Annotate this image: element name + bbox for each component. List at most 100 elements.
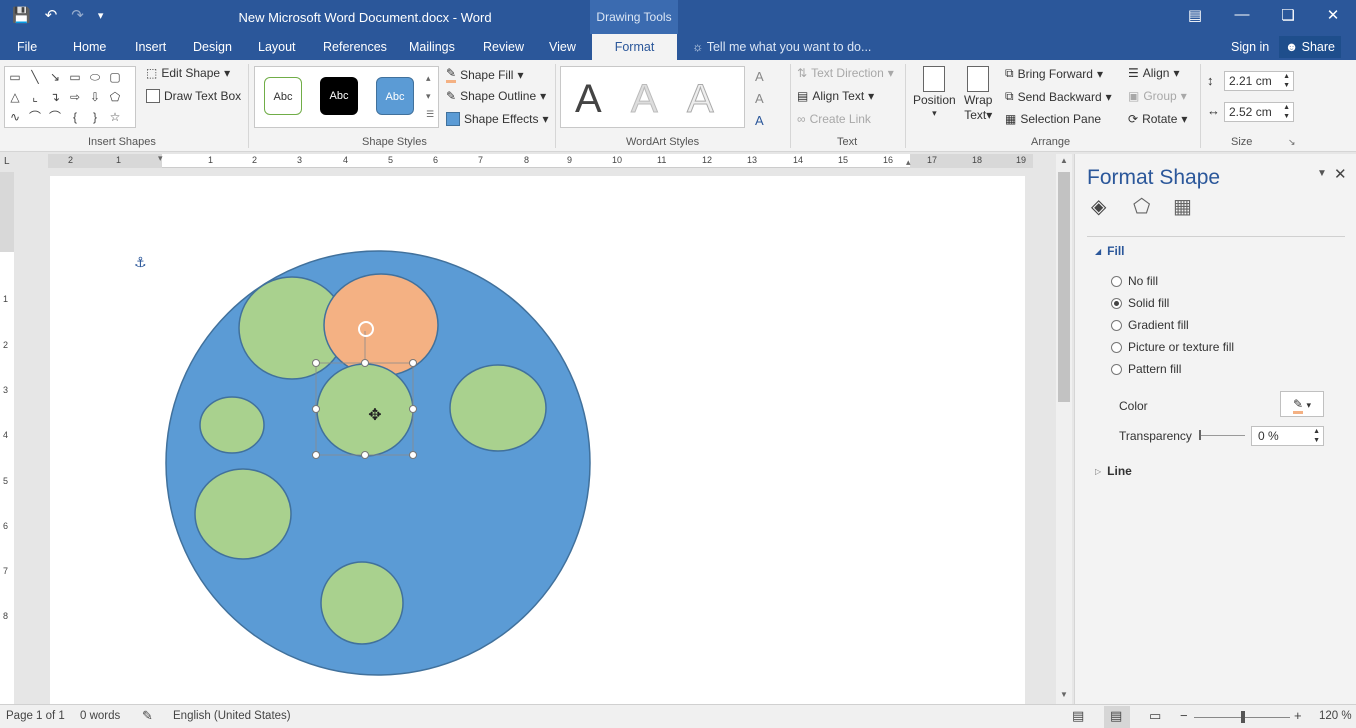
- text-direction-button[interactable]: ⇅ Text Direction ▾: [797, 66, 894, 80]
- tab-home[interactable]: Home: [73, 40, 106, 54]
- share-button[interactable]: ☻ Share: [1279, 36, 1341, 58]
- arrow-line-shape-icon[interactable]: ↘: [45, 67, 65, 87]
- vertical-ruler[interactable]: 1 2 3 4 5 6 7 8: [0, 172, 14, 704]
- spinner-icon[interactable]: ▲ ▼: [1313, 427, 1320, 445]
- edit-shape-button[interactable]: ⬚ Edit Shape ▾: [146, 66, 230, 80]
- tab-review[interactable]: Review: [483, 40, 524, 54]
- gallery-scroll-icon[interactable]: ▴ ▾ ☰: [426, 69, 434, 123]
- effects-pentagon-icon[interactable]: ⬠: [1133, 194, 1150, 219]
- position-button[interactable]: Position ▾: [913, 66, 956, 119]
- solid-fill-option[interactable]: Solid fill: [1111, 296, 1169, 310]
- wrap-text-button[interactable]: Wrap Text▾: [964, 66, 992, 122]
- ribbon-display-icon[interactable]: ▤: [1180, 6, 1210, 24]
- draw-text-box-button[interactable]: Draw Text Box: [146, 89, 241, 103]
- resize-handle[interactable]: [361, 359, 369, 367]
- scroll-down-icon[interactable]: ▼: [1060, 690, 1068, 699]
- pane-close-icon[interactable]: ✕: [1334, 165, 1347, 183]
- wordart-style-2[interactable]: A: [631, 77, 659, 122]
- orange-circle[interactable]: [323, 273, 439, 377]
- dialog-launcher-icon[interactable]: ↘: [1288, 137, 1296, 148]
- zoom-slider-thumb[interactable]: [1241, 711, 1245, 723]
- tab-insert[interactable]: Insert: [135, 40, 166, 54]
- wordart-style-1[interactable]: A: [575, 77, 602, 122]
- zoom-in-icon[interactable]: +: [1294, 708, 1302, 723]
- scroll-up-icon[interactable]: ▲: [1060, 156, 1068, 165]
- pane-options-icon[interactable]: ▼: [1317, 168, 1327, 179]
- green-circle[interactable]: [449, 364, 547, 452]
- tab-format[interactable]: Format: [592, 34, 677, 60]
- fill-section-header[interactable]: ◢ Fill: [1095, 244, 1125, 258]
- transparency-input[interactable]: 0 % ▲ ▼: [1251, 426, 1324, 446]
- picture-fill-option[interactable]: Picture or texture fill: [1111, 340, 1234, 354]
- send-backward-button[interactable]: ⧉ Send Backward ▾: [1005, 89, 1112, 104]
- no-fill-option[interactable]: No fill: [1111, 274, 1158, 288]
- minimize-icon[interactable]: —: [1227, 6, 1257, 23]
- green-circle-selected[interactable]: [316, 363, 414, 457]
- align-text-button[interactable]: ▤ Align Text ▾: [797, 89, 874, 103]
- tell-me-search[interactable]: ☼ Tell me what you want to do...: [692, 40, 871, 54]
- green-circle[interactable]: [194, 468, 292, 560]
- resize-handle[interactable]: [312, 405, 320, 413]
- rotate-button[interactable]: ⟳ Rotate ▾: [1128, 112, 1187, 126]
- line-shape-icon[interactable]: ╲: [25, 67, 45, 87]
- gradient-fill-radio[interactable]: [1111, 319, 1122, 331]
- gradient-fill-option[interactable]: Gradient fill: [1111, 318, 1189, 332]
- picture-fill-radio[interactable]: [1111, 341, 1122, 353]
- print-layout-icon[interactable]: ▤: [1104, 706, 1130, 728]
- web-layout-icon[interactable]: ▭: [1149, 708, 1161, 724]
- triangle-shape-icon[interactable]: △: [5, 87, 25, 107]
- zoom-level[interactable]: 120 %: [1319, 710, 1352, 722]
- scroll-thumb[interactable]: [1058, 172, 1070, 402]
- rounded-rect-shape-icon[interactable]: ▢: [105, 67, 125, 87]
- group-button[interactable]: ▣ Group ▾: [1128, 89, 1187, 103]
- shape-outline-button[interactable]: ✎ Shape Outline ▾: [446, 89, 546, 103]
- color-picker-button[interactable]: ✎ ▾: [1280, 391, 1324, 417]
- style-swatch-black[interactable]: Abc: [320, 77, 358, 115]
- green-circle[interactable]: [320, 561, 404, 645]
- resize-handle[interactable]: [409, 405, 417, 413]
- right-arrow-shape-icon[interactable]: ⇨: [65, 87, 85, 107]
- curve-connector-icon[interactable]: ↴: [45, 87, 65, 107]
- document-page[interactable]: ⚓ ✥: [50, 176, 1025, 704]
- layout-properties-icon[interactable]: ▦: [1173, 194, 1192, 219]
- wordart-style-3[interactable]: A: [687, 77, 715, 122]
- spinner-icon[interactable]: ▲ ▼: [1283, 72, 1290, 90]
- bring-forward-button[interactable]: ⧉ Bring Forward ▾: [1005, 66, 1103, 81]
- elbow-connector-icon[interactable]: ⌞: [25, 87, 45, 107]
- style-swatch-blue[interactable]: Abc: [376, 77, 414, 115]
- text-box-shape-icon[interactable]: ▭: [5, 67, 25, 87]
- pattern-fill-option[interactable]: Pattern fill: [1111, 362, 1181, 376]
- tab-selector[interactable]: L: [4, 156, 10, 167]
- language-status[interactable]: English (United States): [173, 710, 291, 722]
- freeform-shape-icon[interactable]: ⬠: [105, 87, 125, 107]
- align-button[interactable]: ☰ Align ▾: [1128, 66, 1179, 80]
- shape-height-input[interactable]: 2.21 cm ▲ ▼: [1224, 71, 1294, 91]
- proofing-icon[interactable]: ✎: [142, 708, 153, 724]
- resize-handle[interactable]: [361, 451, 369, 459]
- left-brace-shape-icon[interactable]: {: [65, 107, 85, 127]
- create-link-button[interactable]: ∞ Create Link: [797, 112, 871, 126]
- style-swatch-outline[interactable]: Abc: [264, 77, 302, 115]
- page-count[interactable]: Page 1 of 1: [6, 710, 65, 722]
- pattern-fill-radio[interactable]: [1111, 363, 1122, 375]
- rectangle-shape-icon[interactable]: ▭: [65, 67, 85, 87]
- horizontal-ruler[interactable]: 2 1 1 2 3 4 5 6 7 8 9 10 11 12 13 14 15 …: [48, 153, 1033, 168]
- shape-effects-button[interactable]: Shape Effects ▾: [446, 112, 549, 126]
- word-count[interactable]: 0 words: [80, 710, 120, 722]
- shape-fill-button[interactable]: ✎ Shape Fill ▾: [446, 66, 523, 83]
- star-shape-icon[interactable]: ☆: [105, 107, 125, 127]
- tab-view[interactable]: View: [549, 40, 576, 54]
- green-circle[interactable]: [199, 396, 265, 454]
- text-fill-outline-effects[interactable]: AAA: [755, 66, 764, 132]
- arc-shape-icon[interactable]: ⌒: [25, 107, 45, 127]
- maximize-icon[interactable]: ❏: [1273, 6, 1303, 24]
- arc2-shape-icon[interactable]: ⌒: [45, 107, 65, 127]
- tab-file[interactable]: File: [17, 40, 37, 54]
- resize-handle[interactable]: [409, 359, 417, 367]
- resize-handle[interactable]: [312, 359, 320, 367]
- tab-references[interactable]: References: [323, 40, 387, 54]
- tab-layout[interactable]: Layout: [258, 40, 296, 54]
- tab-design[interactable]: Design: [193, 40, 232, 54]
- indent-marker-icon[interactable]: ▾: [158, 153, 163, 164]
- resize-handle[interactable]: [312, 451, 320, 459]
